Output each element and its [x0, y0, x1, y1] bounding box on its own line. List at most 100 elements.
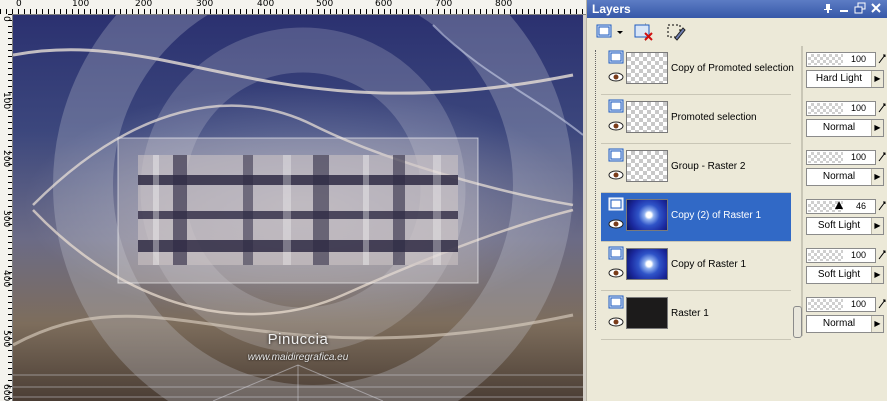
link-icon[interactable] — [878, 299, 886, 309]
layer-row[interactable]: Copy of Raster 1 100 Soft Light ▶ — [587, 242, 887, 291]
raster-layer-icon — [608, 197, 624, 211]
visibility-eye-icon[interactable] — [608, 72, 624, 82]
restore-icon[interactable] — [854, 2, 866, 14]
minimize-icon[interactable] — [838, 2, 850, 14]
opacity-value: 100 — [850, 54, 866, 64]
blend-mode-value: Hard Light — [815, 73, 863, 84]
opacity-slider[interactable]: 100 — [806, 101, 876, 116]
layer-thumbnail — [626, 248, 668, 280]
ruler-label: 400 — [257, 0, 275, 9]
new-layer-icon[interactable] — [595, 22, 625, 42]
layer-row-main[interactable]: Copy of Promoted selection — [601, 46, 794, 95]
chevron-right-icon[interactable]: ▶ — [871, 267, 883, 283]
layer-row-main[interactable]: Copy (2) of Raster 1 — [601, 193, 791, 242]
delete-layer-icon[interactable] — [633, 22, 655, 42]
vertical-ruler: 0 100 200 300 400 500 600 — [0, 14, 13, 401]
ruler-label: 0 — [16, 0, 22, 9]
blend-mode-select[interactable]: Normal ▶ — [806, 315, 884, 333]
layer-name: Copy (2) of Raster 1 — [671, 210, 762, 221]
layers-scrollbar-thumb[interactable] — [793, 306, 802, 338]
visibility-eye-icon[interactable] — [608, 121, 624, 131]
layer-thumbnail — [626, 150, 668, 182]
chevron-right-icon[interactable]: ▶ — [871, 316, 883, 332]
raster-layer-icon — [608, 99, 624, 113]
raster-layer-icon — [608, 148, 624, 162]
layer-thumbnail — [626, 101, 668, 133]
layer-thumbnail — [626, 199, 668, 231]
opacity-track — [808, 250, 843, 261]
chevron-right-icon[interactable]: ▶ — [871, 120, 883, 136]
watermark-url: www.maidiregrafica.eu — [247, 352, 349, 363]
link-icon[interactable] — [878, 54, 886, 64]
layer-properties: 46 Soft Light ▶ — [806, 193, 887, 241]
opacity-track — [808, 152, 843, 163]
opacity-slider-marker[interactable] — [835, 201, 843, 209]
layer-row-main[interactable]: Raster 1 — [601, 291, 791, 340]
raster-layer-icon — [608, 50, 624, 64]
ruler-label: 0 — [1, 16, 11, 22]
link-icon[interactable] — [878, 250, 886, 260]
visibility-eye-icon[interactable] — [608, 219, 624, 229]
ruler-label: 300 — [1, 210, 11, 228]
layer-row-main[interactable]: Promoted selection — [601, 95, 791, 144]
ruler-ticks — [0, 9, 586, 14]
opacity-value: 100 — [850, 299, 866, 309]
close-icon[interactable] — [870, 2, 882, 14]
image-canvas[interactable]: Pinuccia www.maidiregrafica.eu — [13, 15, 583, 401]
blend-mode-value: Soft Light — [817, 220, 861, 231]
layer-name: Copy of Raster 1 — [671, 259, 747, 270]
ruler-label: 300 — [196, 0, 214, 9]
layer-row[interactable]: Promoted selection 100 Normal ▶ — [587, 95, 887, 144]
opacity-value: 46 — [855, 201, 866, 211]
watermark-name: Pinuccia — [267, 331, 329, 348]
layer-row-main[interactable]: Group - Raster 2 — [601, 144, 791, 193]
chevron-right-icon[interactable]: ▶ — [871, 169, 883, 185]
opacity-value: 100 — [850, 152, 866, 162]
layer-properties: 100 Normal ▶ — [806, 144, 887, 192]
blend-mode-select[interactable]: Normal ▶ — [806, 168, 884, 186]
layer-row[interactable]: Raster 1 100 Normal ▶ — [587, 291, 887, 340]
opacity-slider[interactable]: 46 — [806, 199, 876, 214]
edit-selection-icon[interactable] — [665, 22, 687, 42]
raster-layer-icon — [608, 246, 624, 260]
link-icon[interactable] — [878, 103, 886, 113]
layer-properties: 100 Normal ▶ — [806, 291, 887, 339]
blend-mode-select[interactable]: Soft Light ▶ — [806, 266, 884, 284]
ruler-label: 100 — [72, 0, 90, 9]
pin-icon[interactable] — [822, 2, 834, 14]
link-icon[interactable] — [878, 152, 886, 162]
opacity-slider[interactable]: 100 — [806, 52, 876, 67]
blend-mode-select[interactable]: Hard Light ▶ — [806, 70, 884, 88]
ruler-label: 700 — [435, 0, 453, 9]
visibility-eye-icon[interactable] — [608, 317, 624, 327]
blend-mode-select[interactable]: Soft Light ▶ — [806, 217, 884, 235]
layer-row-selected[interactable]: Copy (2) of Raster 1 46 Soft Light ▶ — [587, 193, 887, 242]
layer-thumbnail — [626, 297, 668, 329]
layer-name: Group - Raster 2 — [671, 161, 746, 172]
chevron-right-icon[interactable]: ▶ — [871, 218, 883, 234]
opacity-track — [808, 103, 843, 114]
link-icon[interactable] — [878, 201, 886, 211]
visibility-eye-icon[interactable] — [608, 170, 624, 180]
layer-name: Raster 1 — [671, 308, 709, 319]
blend-mode-value: Normal — [822, 318, 856, 329]
palette-titlebar[interactable]: Layers — [587, 0, 887, 18]
ruler-label: 800 — [495, 0, 513, 9]
layer-row-main[interactable]: Copy of Raster 1 — [601, 242, 791, 291]
ruler-label: 400 — [1, 270, 11, 288]
ruler-label: 500 — [316, 0, 334, 9]
chevron-right-icon[interactable]: ▶ — [871, 71, 883, 87]
visibility-eye-icon[interactable] — [608, 268, 624, 278]
ruler-label: 200 — [135, 0, 153, 9]
layer-row[interactable]: Copy of Promoted selection 100 Hard Ligh… — [587, 46, 887, 95]
blend-mode-value: Normal — [822, 171, 856, 182]
opacity-value: 100 — [850, 250, 866, 260]
opacity-slider[interactable]: 100 — [806, 248, 876, 263]
ruler-label: 200 — [1, 150, 11, 168]
layer-row[interactable]: Group - Raster 2 100 Normal ▶ — [587, 144, 887, 193]
opacity-slider[interactable]: 100 — [806, 297, 876, 312]
ruler-label: 100 — [1, 92, 11, 110]
opacity-slider[interactable]: 100 — [806, 150, 876, 165]
blend-mode-select[interactable]: Normal ▶ — [806, 119, 884, 137]
opacity-track — [808, 299, 843, 310]
